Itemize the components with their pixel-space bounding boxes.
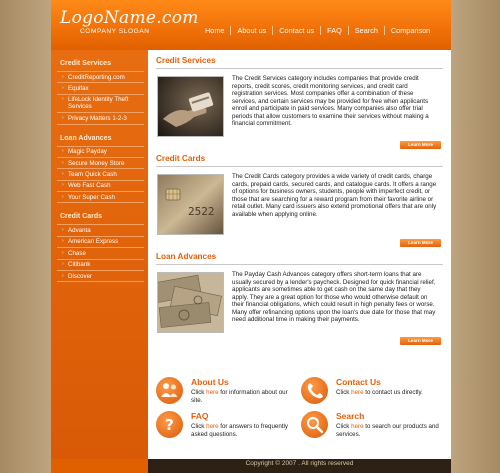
nav-about-us[interactable]: About us	[231, 26, 272, 35]
sidebar-item-magic-payday[interactable]: › Magic Payday	[57, 147, 144, 158]
credit-card-hand-image	[157, 76, 224, 137]
info-text-pre: Click	[191, 389, 207, 396]
info-text: Click here to search our products and se…	[336, 423, 441, 438]
sidebar: Credit Services › CreditReporting.com › Eq…	[51, 50, 148, 459]
section-credit-cards: Credit Cards 2522 The Credit Cards categ…	[156, 154, 443, 247]
info-title[interactable]: About Us	[191, 377, 229, 387]
sidebar-item-creditreporting[interactable]: › CreditReporting.com	[57, 72, 144, 84]
footer-accent	[51, 459, 148, 473]
sidebar-item-label: Privacy Matters 1-2-3	[68, 114, 127, 122]
question-icon: ?	[156, 411, 183, 438]
sidebar-item-label: Discover	[68, 272, 93, 280]
sidebar-item-discover[interactable]: › Discover	[57, 271, 144, 283]
sidebar-item-american-express[interactable]: › American Express	[57, 237, 144, 249]
info-text-pre: Click	[191, 423, 207, 430]
footer: Copyright © 2007 . All rights reserved	[51, 459, 451, 473]
header: LogoName.com COMPANY SLOGAN Home About u…	[51, 0, 451, 50]
sidebar-item-team-quick-cash[interactable]: › Team Quick Cash	[57, 169, 144, 181]
svg-text:?: ?	[165, 416, 174, 434]
about-us-link[interactable]: here	[206, 389, 218, 396]
main-content: Credit Services The Credit Services cate…	[148, 50, 451, 459]
sidebar-item-label: CreditReporting.com	[68, 73, 125, 81]
section-credit-services: Credit Services The Credit Services cate…	[156, 56, 443, 149]
page: LogoName.com COMPANY SLOGAN Home About u…	[51, 0, 451, 473]
section-title: Credit Cards	[156, 154, 443, 167]
sidebar-item-label: Secure Money Store	[68, 159, 125, 167]
info-text: Click here for information about our sit…	[191, 389, 296, 404]
sidebar-list-loan-advances: › Magic Payday › Secure Money Store › Team …	[57, 145, 144, 204]
nav-comparison[interactable]: Comparison	[385, 26, 436, 35]
section-body: The Credit Services category includes co…	[156, 74, 443, 149]
logo-slogan: COMPANY SLOGAN	[80, 28, 150, 35]
section-description: The Credit Services category includes co…	[232, 75, 429, 127]
sidebar-item-privacy-matters[interactable]: › Privacy Matters 1-2-3	[57, 113, 144, 125]
sidebar-item-equifax[interactable]: › Equifax	[57, 83, 144, 95]
sidebar-heading-credit-cards: Credit Cards	[60, 213, 103, 221]
sidebar-item-citibank[interactable]: › Citibank	[57, 260, 144, 271]
cash-bills-image	[157, 272, 224, 333]
info-text-post: to contact us directly.	[363, 389, 423, 396]
sidebar-item-label: Magic Payday	[68, 148, 107, 156]
sidebar-item-web-fast-cash[interactable]: › Web Fast Cash	[57, 181, 144, 192]
sidebar-heading-credit-services: Credit Services	[60, 60, 111, 67]
section-title: Loan Advances	[156, 252, 443, 265]
top-nav: Home About us Contact us FAQ Search Comp…	[199, 26, 436, 35]
faq-link[interactable]: here	[206, 423, 218, 430]
learn-more-button[interactable]: Learn More	[400, 337, 441, 345]
search-icon	[301, 411, 328, 438]
svg-text:2522: 2522	[188, 205, 215, 218]
sidebar-item-label: LifeLock Identity Theft Services	[68, 96, 129, 111]
learn-more-button[interactable]: Learn More	[400, 141, 441, 149]
sidebar-item-advanta[interactable]: › Advanta	[57, 225, 144, 237]
info-title[interactable]: FAQ	[191, 411, 208, 421]
section-description: The Credit Cards category provides a wid…	[232, 173, 437, 218]
section-description: The Payday Cash Advances category offers…	[232, 271, 436, 323]
section-body: The Payday Cash Advances category offers…	[156, 270, 443, 345]
nav-faq[interactable]: FAQ	[321, 26, 348, 35]
nav-home[interactable]: Home	[199, 26, 230, 35]
copyright-text: Copyright © 2007 . All rights reserved	[245, 460, 354, 467]
sidebar-item-label: Your Super Cash	[68, 193, 115, 201]
contact-us-link[interactable]: here	[351, 389, 363, 396]
sidebar-heading-loan-advances: Loan Advances	[60, 134, 112, 142]
sidebar-item-label: Chase	[68, 249, 86, 257]
sidebar-list-credit-services: › CreditReporting.com › Equifax › LifeLock …	[57, 71, 144, 125]
info-text: Click here for answers to frequently ask…	[191, 423, 296, 438]
info-text-pre: Click	[336, 423, 352, 430]
section-body: 2522 The Credit Cards category provides …	[156, 172, 443, 247]
learn-more-button[interactable]: Learn More	[400, 239, 441, 247]
nav-search[interactable]: Search	[349, 26, 384, 35]
section-loan-advances: Loan Advances The Payday Cash Advances c…	[156, 252, 443, 345]
sidebar-item-chase[interactable]: › Chase	[57, 248, 144, 260]
sidebar-list-credit-cards: › Advanta › American Express › Chase › Citib…	[57, 224, 144, 283]
info-text: Click here to contact us directly.	[336, 389, 441, 397]
sidebar-item-label: Advanta	[68, 227, 91, 235]
sidebar-item-secure-money-store[interactable]: › Secure Money Store	[57, 158, 144, 170]
sidebar-item-lifelock[interactable]: › LifeLock Identity Theft Services	[57, 95, 144, 114]
sidebar-item-label: Citibank	[68, 261, 91, 269]
sidebar-item-label: Equifax	[68, 85, 89, 93]
section-title: Credit Services	[156, 56, 443, 69]
info-text-pre: Click	[336, 389, 352, 396]
about-us-icon	[156, 377, 183, 404]
sidebar-item-label: American Express	[68, 238, 119, 246]
sidebar-item-label: Web Fast Cash	[68, 182, 111, 190]
search-link[interactable]: here	[351, 423, 363, 430]
sidebar-item-your-super-cash[interactable]: › Your Super Cash	[57, 192, 144, 204]
logo-name: LogoName.com	[60, 8, 199, 28]
logo[interactable]: LogoName.com COMPANY SLOGAN	[60, 8, 199, 36]
phone-icon	[301, 377, 328, 404]
sidebar-item-label: Team Quick Cash	[68, 170, 117, 178]
info-title[interactable]: Search	[336, 411, 364, 421]
info-title[interactable]: Contact Us	[336, 377, 381, 387]
nav-contact-us[interactable]: Contact us	[273, 26, 320, 35]
credit-card-closeup-image: 2522	[157, 174, 224, 235]
